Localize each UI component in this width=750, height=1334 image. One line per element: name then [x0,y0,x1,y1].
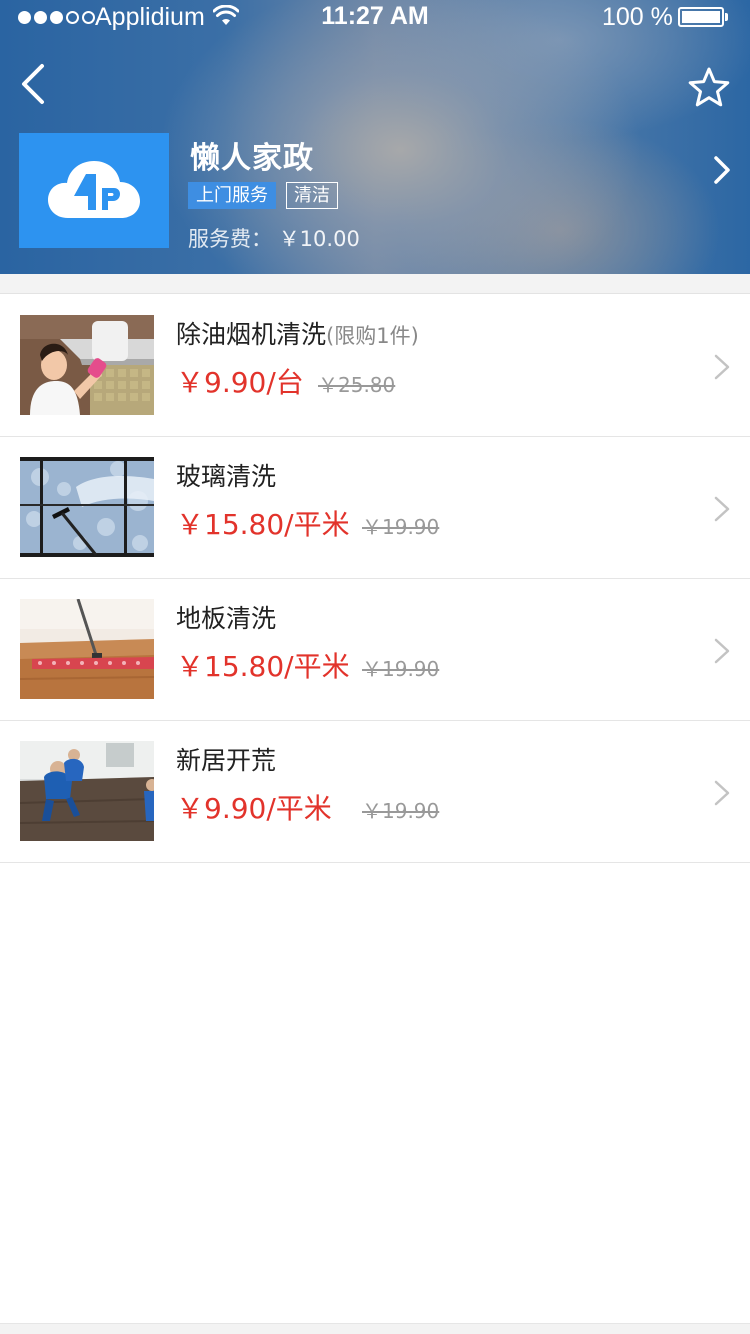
original-price: ￥19.90 [362,657,440,681]
original-price: ￥19.90 [362,515,440,539]
service-price: ￥15.80/平米 [176,508,350,541]
shop-info[interactable]: 懒人家政 上门服务 清洁 服务费： ￥10.00 [0,133,750,251]
service-title-text: 地板清洗 [176,604,277,633]
shop-header: Applidium 11:27 AM 100 % 懒人家政 上门服务 清洁 服务… [0,0,750,274]
chevron-right-icon [714,496,730,522]
status-bar: Applidium 11:27 AM 100 % [0,0,750,34]
service-fee-label: 服务费： [188,227,272,251]
tag-onsite-service: 上门服务 [188,182,276,209]
cloud-logo-icon [48,160,140,218]
service-price: ￥9.90/平米 [176,792,332,825]
service-title-text: 新居开荒 [176,746,277,775]
service-title-text: 玻璃清洗 [176,462,277,491]
service-item[interactable]: 玻璃清洗 ￥15.80/平米 ￥19.90 [0,437,750,579]
service-title: 新居开荒 [176,741,276,777]
chevron-right-icon [714,156,730,184]
chevron-right-icon [714,780,730,806]
service-title: 地板清洗 [176,599,276,635]
shop-name: 懒人家政 [190,141,314,176]
battery-tip [725,13,728,21]
original-price: ￥25.80 [318,373,396,397]
battery-percentage: 100 % [602,3,673,31]
service-item[interactable]: 新居开荒 ￥9.90/平米 ￥19.90 [0,721,750,863]
service-title: 除油烟机清洗(限购1件) [176,315,419,351]
new-home-cleaning-photo [20,741,154,841]
battery-icon [678,7,724,27]
service-title: 玻璃清洗 [176,457,276,493]
service-fee-price: ￥10.00 [278,227,360,251]
floor-mopping-photo [20,599,154,699]
original-price: ￥19.90 [362,799,440,823]
window-cleaning-photo [20,457,154,557]
service-list: 除油烟机清洗(限购1件) ￥9.90/台 ￥25.80 玻璃清洗 ￥15.80/… [0,295,750,863]
favorite-star-icon[interactable] [687,66,731,108]
tag-cleaning: 清洁 [286,182,338,209]
chevron-right-icon [714,354,730,380]
service-fee: 服务费： ￥10.00 [188,223,360,253]
service-item[interactable]: 地板清洗 ￥15.80/平米 ￥19.90 [0,579,750,721]
section-divider [0,274,750,294]
purchase-limit: (限购1件) [326,324,419,348]
shop-tags: 上门服务 清洁 [188,182,338,209]
shop-logo [19,133,169,248]
service-item[interactable]: 除油烟机清洗(限购1件) ￥9.90/台 ￥25.80 [0,295,750,437]
bottom-divider [0,1323,750,1334]
chevron-right-icon [714,638,730,664]
service-price: ￥15.80/平米 [176,650,350,683]
service-price: ￥9.90/台 [176,366,304,399]
back-chevron-icon[interactable] [18,62,48,106]
service-title-text: 除油烟机清洗 [176,320,327,349]
kitchen-hood-cleaning-photo [20,315,154,415]
